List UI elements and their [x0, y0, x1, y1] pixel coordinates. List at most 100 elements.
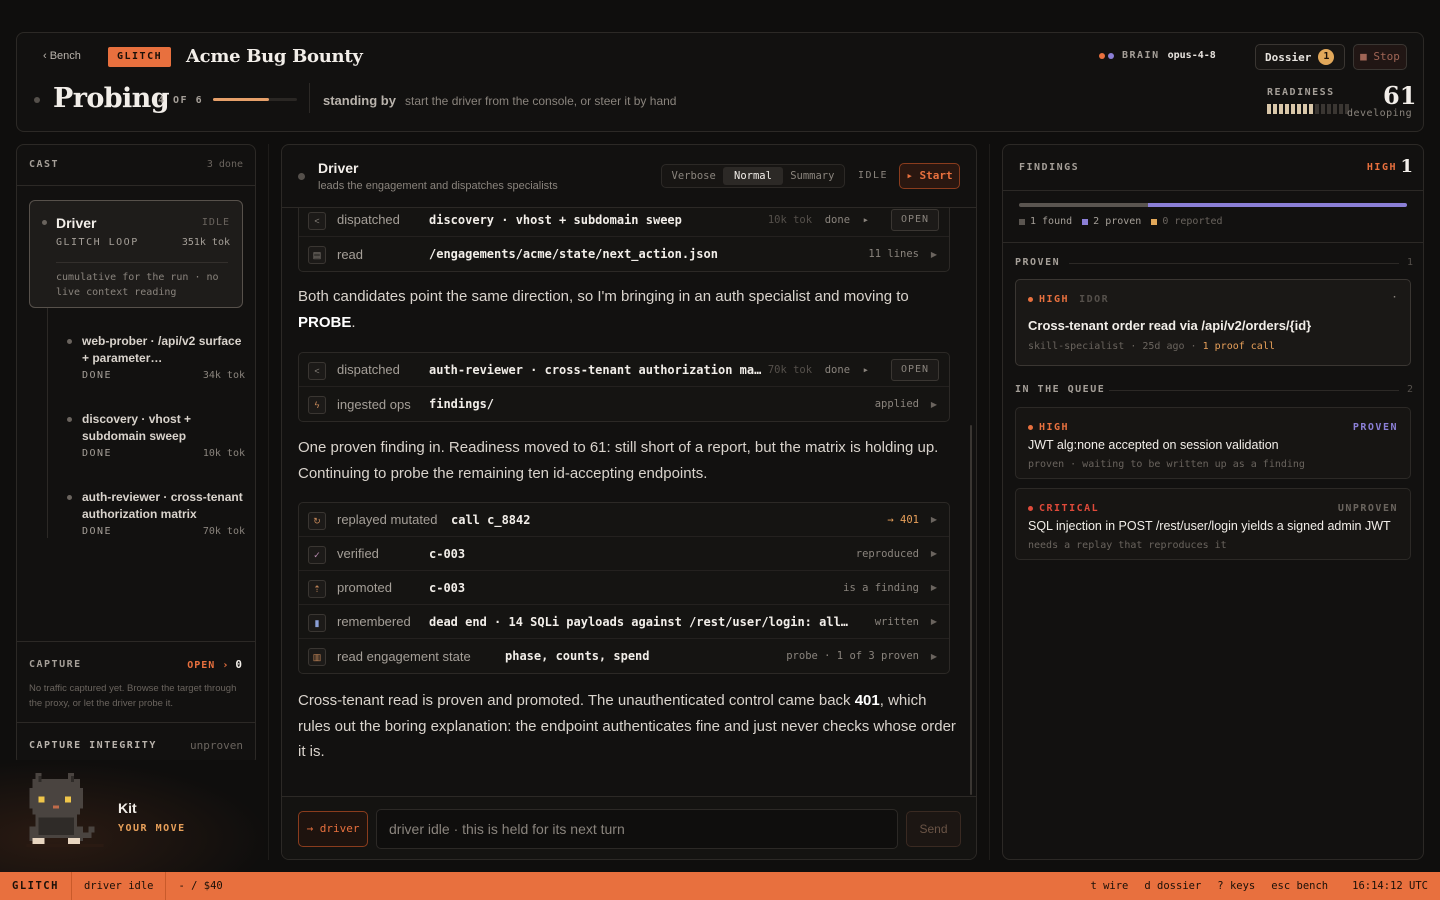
open-button[interactable]: OPEN: [891, 208, 939, 231]
stop-button[interactable]: ■ Stop: [1353, 44, 1407, 70]
findings-legend: 1 found 2 proven 0 reported: [1019, 216, 1223, 227]
phase-progress-bar: [213, 98, 297, 101]
bar-chart-icon: ▥: [308, 648, 326, 666]
upload-icon: ⇡: [308, 580, 326, 598]
expand-icon[interactable]: ▶: [931, 250, 937, 259]
verbosity-verbose[interactable]: Verbose: [664, 167, 723, 185]
transcript[interactable]: < dispatched discovery · vhost + subdoma…: [282, 208, 976, 796]
top-severity: HIGH: [1366, 162, 1397, 173]
driver-message: One proven finding in. Readiness moved t…: [298, 439, 939, 482]
tool-meta: written: [874, 615, 919, 628]
kit-cat-icon[interactable]: [26, 773, 104, 858]
agent-name: discovery · vhost + subdomain sweep: [82, 412, 192, 443]
app-badge: GLITCH: [108, 47, 172, 67]
divider: [1003, 242, 1423, 243]
expand-icon[interactable]: ▶: [931, 583, 937, 592]
message-input[interactable]: driver idle · this is held for its next …: [376, 809, 898, 849]
driver-agent-card[interactable]: Driver IDLE GLITCH LOOP 351k tok cumulat…: [29, 200, 243, 308]
readiness-tick: [1303, 104, 1307, 114]
agent-tree-line: [47, 308, 48, 538]
expand-icon[interactable]: ▶: [931, 549, 937, 558]
readiness-value: 61: [1383, 81, 1417, 110]
readiness-label: READINESS: [1267, 87, 1335, 98]
queued-finding-card[interactable]: HIGH PROVEN JWT alg:none accepted on ses…: [1015, 407, 1411, 479]
expand-icon[interactable]: ▶: [931, 617, 937, 626]
dossier-count-badge: 1: [1318, 49, 1335, 65]
tool-call-row[interactable]: ▥ read engagement state phase, counts, s…: [299, 639, 949, 673]
brain-label: BRAIN: [1122, 50, 1160, 61]
open-button[interactable]: OPEN: [891, 358, 939, 381]
proof-call-link[interactable]: 1 proof call: [1203, 341, 1275, 352]
legend-proven: 2 proven: [1082, 216, 1141, 227]
readiness-tick: [1339, 104, 1343, 114]
tool-verb: ingested ops: [337, 396, 411, 412]
readiness-tick: [1279, 104, 1283, 114]
findings-bar-proven: [1148, 203, 1407, 207]
tool-call-row[interactable]: < dispatched discovery · vhost + subdoma…: [299, 208, 949, 237]
driver-tokens: 351k tok: [181, 237, 230, 248]
shortcut-dossier[interactable]: d dossier: [1136, 872, 1209, 900]
share-icon: <: [308, 212, 326, 230]
readiness-tick: [1333, 104, 1337, 114]
check-circle-icon: ✓: [308, 546, 326, 564]
findings-progress-bar: [1019, 203, 1407, 207]
tool-call-group: ↻ replayed mutated call c_8842 → 401 ▶ ✓…: [298, 502, 950, 674]
status-clock: 16:14:12 UTC: [1352, 880, 1428, 892]
tool-call-group: < dispatched auth-reviewer · cross-tenan…: [298, 352, 950, 422]
recipient-selector[interactable]: → driver: [298, 811, 368, 847]
status-bar: GLITCH driver idle - / $40 t wire d doss…: [0, 872, 1440, 900]
shortcut-wire[interactable]: t wire: [1082, 872, 1136, 900]
tool-call-row[interactable]: ▮ remembered dead end · 14 SQLi payloads…: [299, 605, 949, 639]
status-app-name: GLITCH: [0, 872, 72, 900]
agent-name: web-prober · /api/v2 surface + parameter…: [82, 334, 242, 365]
tool-verb: promoted: [337, 580, 392, 595]
kit-turn-status: YOUR MOVE: [118, 823, 186, 834]
tool-call-row[interactable]: ⇡ promoted c-003 is a finding ▶: [299, 571, 949, 605]
send-button[interactable]: Send: [906, 811, 961, 847]
console-title: Driver: [318, 160, 359, 176]
expand-icon[interactable]: ▶: [931, 515, 937, 524]
tool-call-row[interactable]: ↻ replayed mutated call c_8842 → 401 ▶: [299, 503, 949, 537]
expand-icon[interactable]: ▶: [931, 400, 937, 409]
tool-call-row[interactable]: < dispatched auth-reviewer · cross-tenan…: [299, 353, 949, 387]
legend-found: 1 found: [1019, 216, 1072, 227]
divider: [17, 641, 255, 642]
tool-meta: is a finding: [843, 581, 919, 594]
capture-empty-note: No traffic captured yet. Browse the targ…: [29, 683, 237, 709]
agent-status-dot: [67, 495, 72, 500]
back-to-bench-link[interactable]: ‹ Bench: [43, 50, 81, 62]
capture-open-link[interactable]: OPEN › 0: [187, 658, 243, 671]
sub-agent-item[interactable]: auth-reviewer · cross-tenant authorizati…: [65, 489, 245, 537]
tool-meta: applied: [874, 398, 919, 410]
expand-icon[interactable]: ▶: [931, 652, 937, 661]
agent-status-dot: [67, 339, 72, 344]
finding-title: JWT alg:none accepted on session validat…: [1028, 438, 1279, 452]
queued-finding-card[interactable]: CRITICAL UNPROVEN SQL injection in POST …: [1015, 488, 1411, 560]
sub-agent-item[interactable]: web-prober · /api/v2 surface + parameter…: [65, 333, 245, 381]
tool-call-row[interactable]: ✓ verified c-003 reproduced ▶: [299, 537, 949, 571]
transcript-scrollbar[interactable]: [970, 425, 972, 795]
finding-title: Cross-tenant order read via /api/v2/orde…: [1028, 318, 1312, 333]
agent-name: auth-reviewer · cross-tenant authorizati…: [82, 490, 243, 521]
divider: [309, 83, 310, 113]
readiness-meter: [1267, 104, 1349, 114]
finding-card[interactable]: HIGH IDOR · Cross-tenant order read via /…: [1015, 279, 1411, 366]
tool-arg: /engagements/acme/state/next_action.json: [429, 247, 718, 261]
tool-verb: read: [337, 246, 364, 262]
readiness-tick: [1309, 104, 1313, 114]
tool-verb: replayed mutated: [337, 512, 438, 527]
driver-message: Both candidates point the same direction…: [298, 288, 909, 331]
start-button[interactable]: ▸ Start: [899, 163, 960, 189]
card-menu-icon[interactable]: ·: [1393, 292, 1398, 303]
verbosity-normal[interactable]: Normal: [723, 167, 783, 185]
tool-call-row[interactable]: ▤ read /engagements/acme/state/next_acti…: [299, 237, 949, 271]
driver-name: Driver: [56, 215, 97, 231]
engagement-header: ‹ Bench GLITCH Acme Bug Bounty BRAIN opu…: [16, 32, 1424, 132]
verbosity-summary[interactable]: Summary: [783, 167, 842, 185]
finding-severity: CRITICAL: [1028, 503, 1099, 514]
shortcut-bench[interactable]: esc bench: [1263, 872, 1336, 900]
shortcut-keys[interactable]: ? keys: [1209, 872, 1263, 900]
tool-call-row[interactable]: ϟ ingested ops findings/ applied ▶: [299, 387, 949, 421]
dossier-button[interactable]: Dossier 1: [1255, 44, 1345, 70]
sub-agent-item[interactable]: discovery · vhost + subdomain sweep DONE…: [65, 411, 245, 459]
